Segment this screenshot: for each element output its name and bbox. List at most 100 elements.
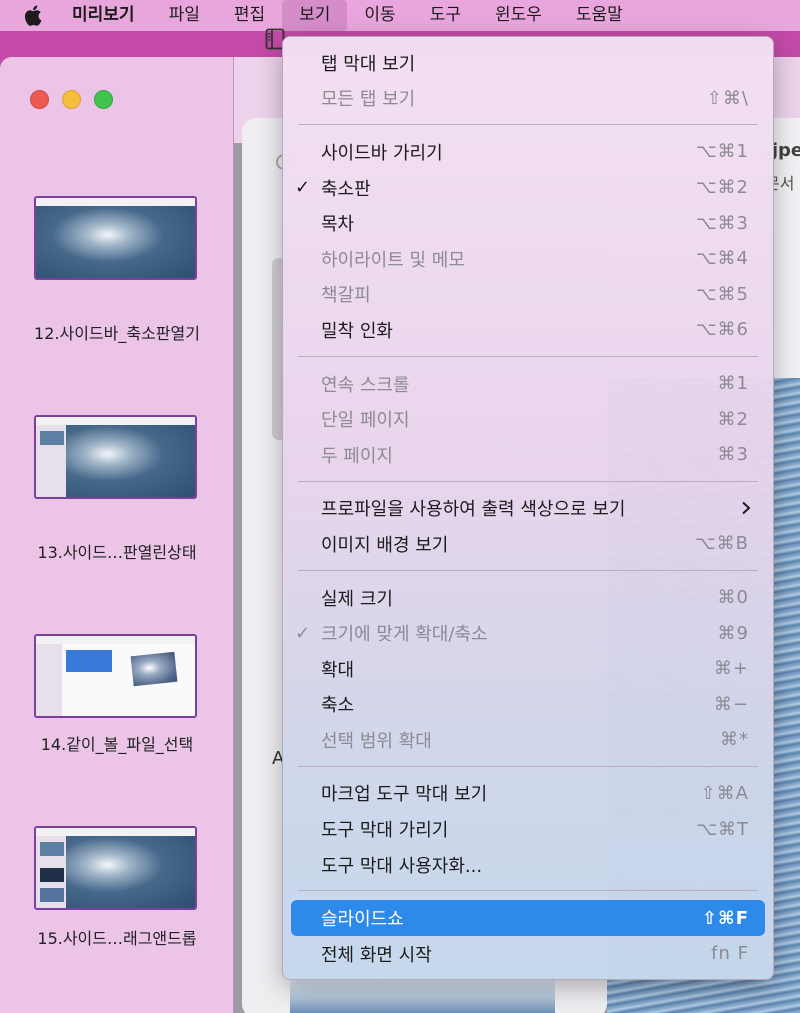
menu-item-shortcut: ⇧⌘\	[706, 87, 749, 109]
menu-item-single-page[interactable]: 단일 페이지 ⌘2	[283, 401, 773, 437]
menu-item-shortcut: ⇧⌘A	[700, 782, 749, 804]
thumbnail-12[interactable]	[34, 196, 197, 280]
menu-item-customize-toolbar[interactable]: 도구 막대 사용자화...	[283, 847, 773, 883]
thumbnail-titlebar	[36, 636, 195, 644]
menu-separator	[298, 569, 758, 571]
menu-item-highlights-notes[interactable]: 하이라이트 및 메모 ⌥⌘4	[283, 241, 773, 277]
menu-separator	[298, 355, 758, 357]
document-image-bottom	[290, 975, 555, 1013]
thumbnail-mini-image	[40, 888, 64, 902]
menu-window[interactable]: 윈도우	[478, 0, 559, 31]
menu-item-label: 도구 막대 가리기	[321, 820, 449, 842]
menu-item-shortcut: ⌥⌘3	[695, 212, 749, 234]
menu-item-shortcut: ⌘2	[717, 408, 749, 430]
menu-item-shortcut: ⌘1	[717, 373, 749, 395]
menu-view[interactable]: 보기	[282, 0, 348, 31]
menu-separator	[298, 124, 758, 126]
menu-edit[interactable]: 편집	[217, 0, 282, 31]
menu-item-continuous-scroll[interactable]: 연속 스크롤 ⌘1	[283, 366, 773, 402]
menu-item-shortcut: ⌥⌘T	[696, 818, 749, 840]
thumbnail-image	[36, 206, 195, 278]
menu-file[interactable]: 파일	[152, 0, 217, 31]
thumbnail-mini-image	[40, 868, 64, 882]
menu-item-slideshow[interactable]: 슬라이드쇼 ⇧⌘F	[291, 900, 765, 937]
menu-item-label: 연속 스크롤	[321, 374, 410, 396]
thumbnail-15[interactable]	[34, 826, 197, 910]
menu-item-label: 실제 크기	[321, 588, 393, 610]
thumbnail-image	[130, 651, 178, 687]
zoom-button[interactable]	[94, 90, 113, 109]
menu-item-label: 프로파일을 사용하여 출력 색상으로 보기	[321, 499, 626, 521]
menu-item-shortcut: ⇧⌘F	[701, 907, 749, 929]
menu-item-shortcut: ⌘−	[713, 693, 749, 715]
menu-item-actual-size[interactable]: 실제 크기 ⌘0	[283, 580, 773, 616]
menu-item-label: 하이라이트 및 메모	[321, 249, 465, 271]
menu-item-show-all-tabs[interactable]: 모든 탭 보기 ⇧⌘\	[283, 81, 773, 117]
apple-logo-icon[interactable]	[22, 5, 44, 27]
menu-item-show-tab-bar[interactable]: 탭 막대 보기	[283, 45, 773, 81]
menu-item-shortcut: ⌥⌘1	[695, 141, 749, 163]
sidebar: 12.사이드바_축소판열기 13.사이드…판열린상태 14.같이_볼_파일_선택	[0, 57, 234, 1013]
menu-item-hide-sidebar[interactable]: 사이드바 가리기 ⌥⌘1	[283, 134, 773, 170]
menu-item-label: 선택 범위 확대	[321, 730, 432, 752]
menu-item-shortcut: ⌥⌘4	[695, 248, 749, 270]
menu-item-image-background[interactable]: 이미지 배경 보기 ⌥⌘B	[283, 526, 773, 562]
menu-item-shortcut: ⌘*	[720, 729, 749, 751]
menu-item-shortcut: ⌥⌘B	[694, 533, 749, 555]
menu-item-zoom-to-fit[interactable]: ✓ 크기에 맞게 확대/축소 ⌘9	[283, 615, 773, 651]
menu-go[interactable]: 이동	[347, 0, 412, 31]
menu-bar: 미리보기 파일 편집 보기 이동 도구 윈도우 도움말	[0, 0, 800, 31]
menu-item-label: 모든 탭 보기	[321, 89, 416, 111]
menu-item-label: 축소	[321, 695, 355, 717]
menu-item-shortcut: ⌥⌘2	[695, 177, 749, 199]
checkmark-icon: ✓	[295, 622, 311, 644]
menu-item-two-pages[interactable]: 두 페이지 ⌘3	[283, 437, 773, 473]
thumbnail-titlebar	[36, 828, 195, 836]
close-button[interactable]	[30, 90, 49, 109]
thumbnail-14[interactable]	[34, 634, 197, 718]
menu-app-name[interactable]: 미리보기	[62, 0, 152, 31]
checkmark-icon: ✓	[295, 177, 311, 199]
menu-item-shortcut: fn F	[711, 943, 749, 965]
menu-item-shortcut: ⌘3	[717, 444, 749, 466]
menu-item-proof-profile[interactable]: 프로파일을 사용하여 출력 색상으로 보기	[283, 491, 773, 527]
thumbnail-mini-image	[40, 431, 64, 445]
thumbnail-label: 12.사이드바_축소판열기	[34, 324, 200, 343]
menu-item-table-of-contents[interactable]: 목차 ⌥⌘3	[283, 205, 773, 241]
menu-tools[interactable]: 도구	[413, 0, 478, 31]
thumbnail-selection	[66, 650, 112, 672]
view-menu-dropdown: 탭 막대 보기 모든 탭 보기 ⇧⌘\ 사이드바 가리기 ⌥⌘1 ✓ 축소판 ⌥…	[282, 36, 774, 980]
menu-item-label: 축소판	[321, 178, 371, 200]
menu-item-zoom-in[interactable]: 확대 ⌘+	[283, 651, 773, 687]
menu-item-label: 크기에 맞게 확대/축소	[321, 624, 488, 646]
thumbnail-13[interactable]	[34, 415, 197, 499]
thumbnail-label: 15.사이드…래그앤드롭	[37, 929, 197, 948]
menu-item-label: 책갈피	[321, 285, 371, 307]
menu-item-label: 도구 막대 사용자화...	[321, 855, 483, 877]
chevron-right-icon	[741, 491, 751, 527]
thumbnail-titlebar	[36, 198, 195, 206]
menu-item-label: 목차	[321, 214, 355, 236]
menu-item-show-markup-toolbar[interactable]: 마크업 도구 막대 보기 ⇧⌘A	[283, 776, 773, 812]
menu-item-shortcut: ⌘9	[717, 622, 749, 644]
menu-item-thumbnails[interactable]: ✓ 축소판 ⌥⌘2	[283, 170, 773, 206]
menu-item-bookmarks[interactable]: 책갈피 ⌥⌘5	[283, 277, 773, 313]
menu-item-label: 두 페이지	[321, 445, 393, 467]
menu-item-label: 마크업 도구 막대 보기	[321, 784, 488, 806]
minimize-button[interactable]	[62, 90, 81, 109]
menu-item-shortcut: ⌘+	[713, 658, 749, 680]
menu-item-enter-full-screen[interactable]: 전체 화면 시작 fn F	[283, 936, 773, 972]
thumbnail-mini-image	[40, 842, 64, 856]
menu-item-hide-toolbar[interactable]: 도구 막대 가리기 ⌥⌘T	[283, 811, 773, 847]
menu-item-zoom-out[interactable]: 축소 ⌘−	[283, 687, 773, 723]
menu-item-label: 확대	[321, 659, 355, 681]
menu-help[interactable]: 도움말	[559, 0, 640, 31]
menu-item-label: 밀착 인화	[321, 320, 393, 342]
menu-item-label: 탭 막대 보기	[321, 53, 416, 75]
menu-separator	[298, 890, 758, 892]
menu-item-label: 슬라이드쇼	[321, 909, 404, 931]
menu-item-zoom-selection[interactable]: 선택 범위 확대 ⌘*	[283, 722, 773, 758]
menu-item-contact-sheet[interactable]: 밀착 인화 ⌥⌘6	[283, 312, 773, 348]
menu-item-label: 전체 화면 시작	[321, 944, 432, 966]
menu-item-label: 단일 페이지	[321, 410, 410, 432]
